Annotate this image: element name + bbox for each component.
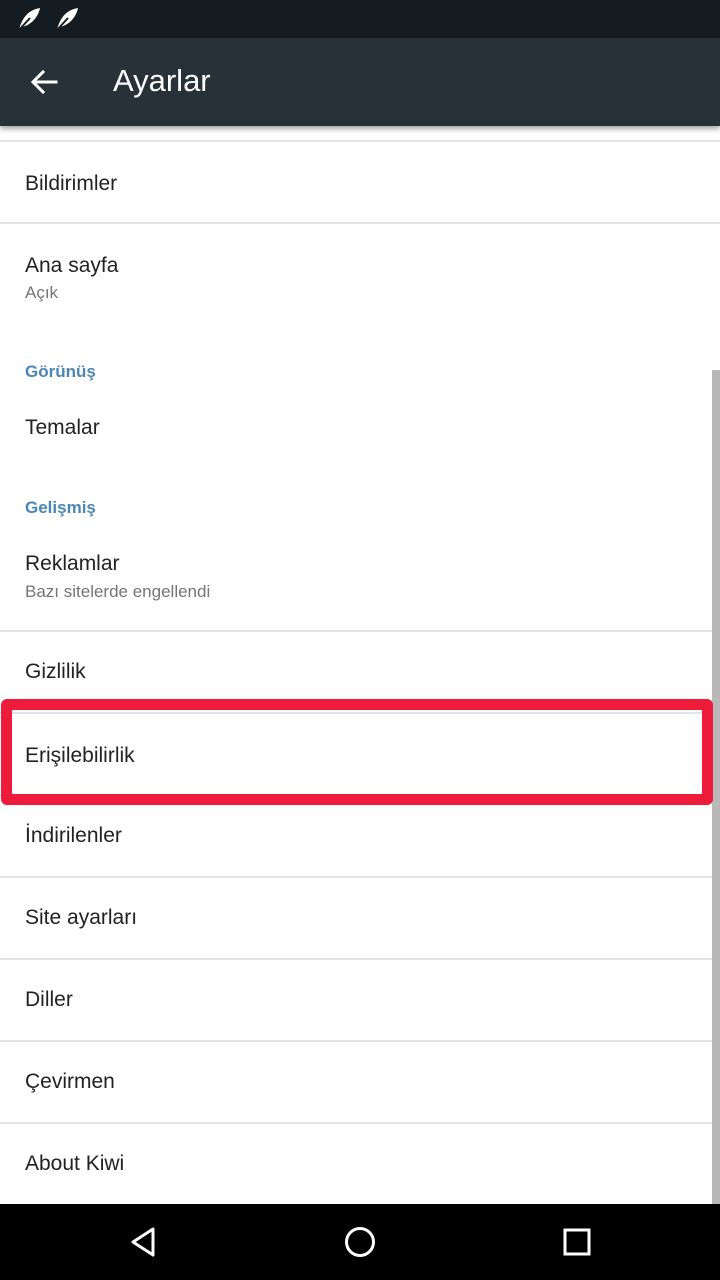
page-title: Ayarlar [113, 63, 211, 98]
settings-item-label: Temalar [25, 416, 100, 439]
scrollbar[interactable] [712, 370, 720, 1204]
settings-item-gizlilik[interactable]: Gizlilik [0, 632, 720, 712]
settings-item-bildirimler[interactable]: Bildirimler [0, 142, 720, 222]
leaf-icon [56, 8, 78, 31]
status-bar [0, 0, 720, 38]
settings-item-label: Reklamlar [25, 552, 120, 575]
section-header-gelismis: Gelişmiş [25, 498, 96, 517]
settings-item-label: Gizlilik [25, 660, 86, 683]
settings-item-indirilenler[interactable]: İndirilenler [0, 796, 720, 876]
settings-item-site-ayarlari[interactable]: Site ayarları [0, 878, 720, 958]
settings-item-label: About Kiwi [25, 1152, 125, 1175]
navigation-bar [0, 1204, 720, 1280]
settings-item-summary: Açık [25, 283, 59, 302]
settings-item-label: Bildirimler [25, 172, 118, 195]
settings-item-label: İndirilenler [25, 824, 122, 847]
settings-item-cevirmen[interactable]: Çevirmen [0, 1042, 720, 1122]
settings-item-about[interactable]: About Kiwi [0, 1124, 720, 1204]
settings-item-label: Çevirmen [25, 1070, 115, 1093]
settings-item-label: Site ayarları [25, 906, 138, 929]
triangle-back-icon[interactable] [125, 1224, 161, 1260]
settings-item-temalar[interactable]: Temalar [0, 386, 720, 466]
settings-item-reklamlar[interactable]: Reklamlar Bazı sitelerde engellendi [0, 524, 720, 630]
settings-item-label: Diller [25, 988, 73, 1011]
app-bar: Ayarlar [0, 38, 720, 126]
circle-home-icon[interactable] [342, 1224, 378, 1260]
square-recents-icon[interactable] [559, 1224, 595, 1260]
settings-item-label: Erişilebilirlik [25, 744, 135, 767]
settings-item-label: Ana sayfa [25, 254, 119, 277]
leaf-icon [18, 8, 40, 31]
settings-item-diller[interactable]: Diller [0, 960, 720, 1040]
settings-item-ana-sayfa[interactable]: Ana sayfa Açık [0, 224, 720, 334]
arrow-left-icon[interactable] [28, 66, 60, 98]
settings-item-erisilebilirlik[interactable]: Erişilebilirlik [0, 714, 720, 794]
section-header-gorunus: Görünüş [25, 362, 96, 381]
settings-item-summary: Bazı sitelerde engellendi [25, 582, 211, 601]
settings-list[interactable]: Bildirimler Ana sayfa Açık Görünüş Temal… [0, 126, 720, 1204]
